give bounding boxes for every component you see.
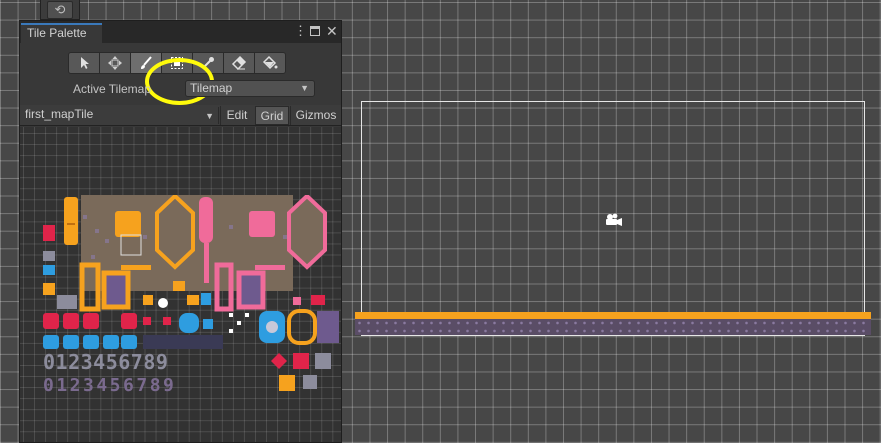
select-tool-button[interactable] [68, 52, 100, 74]
window-menu-icon[interactable]: ⋮ [294, 24, 307, 38]
gizmos-button[interactable]: Gizmos [290, 106, 341, 125]
tab-tile-palette[interactable]: Tile Palette [21, 23, 102, 43]
edit-button[interactable]: Edit [220, 106, 253, 125]
arrow-icon [81, 57, 89, 69]
palette-dropdown[interactable]: first_mapTile ▼ [21, 107, 219, 124]
palette-options-row: first_mapTile ▼ Edit Grid Gizmos [20, 105, 341, 126]
camera-icon[interactable] [603, 211, 623, 229]
tile-palette-window: Tile Palette ⋮ ✕ Active Tilemap Tilemap … [19, 20, 342, 443]
close-icon[interactable]: ✕ [326, 24, 338, 38]
eraser-tool-button[interactable] [223, 52, 255, 74]
tilesheet-digits-2: 0123456789 [43, 375, 176, 394]
chevron-down-icon: ▼ [205, 111, 214, 121]
maximize-icon[interactable] [310, 26, 320, 36]
flood-fill-tool-button[interactable] [254, 52, 286, 74]
ground-tiles-top [355, 312, 871, 319]
move-icon [108, 56, 122, 70]
palette-select-value: first_mapTile [25, 107, 94, 121]
paint-bucket-icon [262, 55, 278, 70]
scene-tool-panel: ⟲ [40, 0, 80, 20]
grid-toggle-button[interactable]: Grid [255, 106, 289, 125]
eraser-icon [231, 55, 247, 71]
tilesheet-image[interactable]: 0123456789 0123456789 [43, 195, 339, 394]
active-tilemap-value: Tilemap [190, 81, 233, 95]
tab-bar: Tile Palette ⋮ ✕ [20, 21, 341, 43]
rotate-icon[interactable]: ⟲ [47, 1, 73, 19]
chevron-down-icon: ▼ [300, 83, 309, 93]
palette-tile-area[interactable]: 0123456789 0123456789 [20, 127, 341, 442]
active-tilemap-label: Active Tilemap [73, 82, 152, 96]
ground-tiles-bottom [355, 319, 871, 335]
move-tool-button[interactable] [99, 52, 131, 74]
active-tilemap-dropdown[interactable]: Tilemap ▼ [185, 80, 315, 97]
tilesheet-digits-1: 0123456789 [43, 350, 168, 374]
